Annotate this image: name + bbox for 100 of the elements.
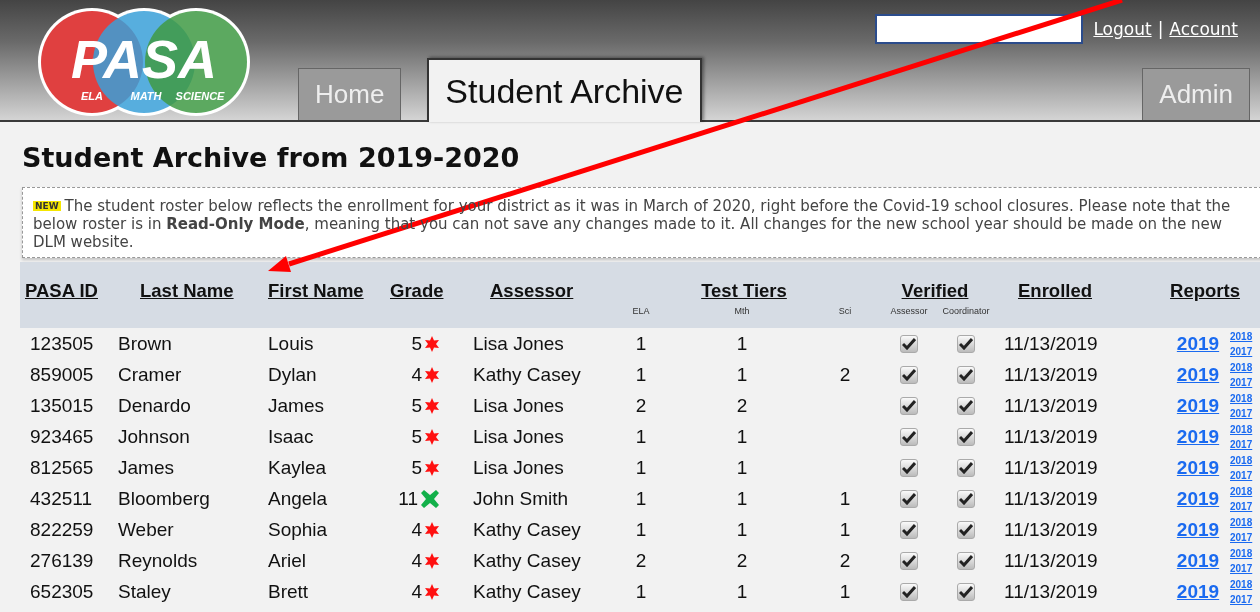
checkbox[interactable] <box>957 365 975 384</box>
report-link[interactable]: 2018 <box>1230 483 1253 499</box>
checkbox[interactable] <box>957 427 975 446</box>
checkbox[interactable] <box>900 582 918 601</box>
page-title: Student Archive from 2019-2020 <box>22 142 521 173</box>
checkbox[interactable] <box>957 489 975 508</box>
table-cell-text: 1 <box>735 363 749 386</box>
checkbox[interactable] <box>900 365 918 384</box>
checkbox[interactable] <box>900 458 918 477</box>
report-link[interactable]: 2017 <box>1230 405 1253 421</box>
table-cell-text: Sophia <box>268 518 329 541</box>
table-cell-text: 123505 <box>29 332 95 355</box>
header-link[interactable]: Account <box>1169 19 1238 39</box>
report-link[interactable]: 2018 <box>1230 328 1253 344</box>
nav-tab[interactable]: Admin <box>1142 68 1250 120</box>
table-cell-text: Ariel <box>268 549 307 572</box>
table-cell-text: 1 <box>634 363 648 386</box>
checkbox[interactable] <box>900 520 918 539</box>
table-cell-text: 2 <box>735 394 749 417</box>
table-cell: 5 <box>411 394 422 417</box>
table-cell-text: 652305 <box>29 580 95 603</box>
table-cell-text: Kathy Casey <box>472 580 582 603</box>
column-heading[interactable]: Last Name <box>140 280 234 301</box>
checkbox[interactable] <box>957 520 975 539</box>
report-link[interactable]: 2017 <box>1230 529 1253 545</box>
column-heading[interactable]: Grade <box>390 280 444 301</box>
table-cell-text: 11/13/2019 <box>1003 363 1099 386</box>
report-link[interactable]: 2019 <box>1176 425 1220 448</box>
table-cell-text: Denardo <box>118 394 192 417</box>
checkbox[interactable] <box>957 334 975 353</box>
table-cell-text: 11/13/2019 <box>1003 487 1099 510</box>
report-link[interactable]: 2018 <box>1230 545 1253 561</box>
checkbox[interactable] <box>900 551 918 570</box>
report-link[interactable]: 2018 <box>1230 359 1253 375</box>
table-cell-text: 11/13/2019 <box>1003 425 1099 448</box>
report-link[interactable]: 2019 <box>1176 487 1220 510</box>
table-cell-text: Kaylea <box>268 456 328 479</box>
header-link[interactable]: Logout <box>1093 19 1152 39</box>
table-cell-text: 812565 <box>29 456 95 479</box>
table-cell-text: 135015 <box>29 394 95 417</box>
column-heading[interactable]: First Name <box>268 280 364 301</box>
table-cell-text: 1 <box>634 487 648 510</box>
checkbox[interactable] <box>900 334 918 353</box>
table-cell-text: Kathy Casey <box>472 518 582 541</box>
column-heading[interactable]: Assessor <box>490 280 574 301</box>
report-link[interactable]: 2017 <box>1230 343 1253 359</box>
nav-tab[interactable]: Student Archive <box>427 58 702 122</box>
link-separator: | <box>1157 19 1164 39</box>
table-cell-text: 11/13/2019 <box>1003 518 1099 541</box>
report-link[interactable]: 2017 <box>1230 374 1253 390</box>
nav-tab[interactable]: Home <box>298 68 402 120</box>
table-cell-text: 1 <box>634 456 648 479</box>
table-cell-text: 11/13/2019 <box>1003 456 1099 479</box>
report-link[interactable]: 2019 <box>1176 456 1220 479</box>
table-cell-text: 276139 <box>29 549 95 572</box>
column-heading[interactable]: PASA ID <box>25 280 98 301</box>
checkbox[interactable] <box>900 396 918 415</box>
report-link[interactable]: 2018 <box>1230 452 1253 468</box>
checkbox[interactable] <box>957 458 975 477</box>
checkbox[interactable] <box>900 427 918 446</box>
checkbox[interactable] <box>957 396 975 415</box>
table-cell-text: 1 <box>838 487 852 510</box>
table-cell: 5 <box>411 456 422 479</box>
checkbox[interactable] <box>957 582 975 601</box>
column-heading[interactable]: Verified <box>901 280 969 301</box>
search-field[interactable] <box>875 14 1084 44</box>
table-cell-text: Staley <box>118 580 172 603</box>
column-heading[interactable]: Reports <box>1170 280 1240 301</box>
table-cell-text: 2 <box>634 394 648 417</box>
table-cell-text: 432511 <box>29 487 93 510</box>
report-link[interactable]: 2018 <box>1230 390 1253 406</box>
table-cell: 11 <box>398 487 418 510</box>
report-link[interactable]: 2018 <box>1230 576 1253 592</box>
table-cell-text: Reynolds <box>118 549 199 572</box>
checkbox[interactable] <box>957 551 975 570</box>
report-link[interactable]: 2017 <box>1230 498 1253 514</box>
table-cell: 5 <box>411 425 422 448</box>
report-link[interactable]: 2018 <box>1230 514 1253 530</box>
table-cell-text: 1 <box>838 580 852 603</box>
table-cell: 4 <box>411 549 422 572</box>
report-link[interactable]: 2017 <box>1230 436 1253 452</box>
report-link[interactable]: 2019 <box>1176 549 1220 572</box>
column-heading[interactable]: Test Tiers <box>701 280 787 301</box>
table-cell-text: 1 <box>634 580 648 603</box>
table-cell-text: 2 <box>634 549 648 572</box>
column-heading[interactable]: Enrolled <box>1018 280 1092 301</box>
table-cell-text: 2 <box>735 549 749 572</box>
report-link[interactable]: 2019 <box>1176 394 1220 417</box>
report-link[interactable]: 2019 <box>1176 518 1220 541</box>
report-link[interactable]: 2017 <box>1230 467 1253 483</box>
report-link[interactable]: 2017 <box>1230 560 1253 576</box>
table-cell-text: Cramer <box>118 363 183 386</box>
table-cell-text: Angela <box>268 487 329 510</box>
report-link[interactable]: 2017 <box>1230 591 1253 607</box>
report-link[interactable]: 2019 <box>1176 580 1220 603</box>
checkbox[interactable] <box>900 489 918 508</box>
table-cell-text: 1 <box>634 425 648 448</box>
report-link[interactable]: 2019 <box>1176 332 1220 355</box>
report-link[interactable]: 2019 <box>1176 363 1220 386</box>
report-link[interactable]: 2018 <box>1230 421 1253 437</box>
